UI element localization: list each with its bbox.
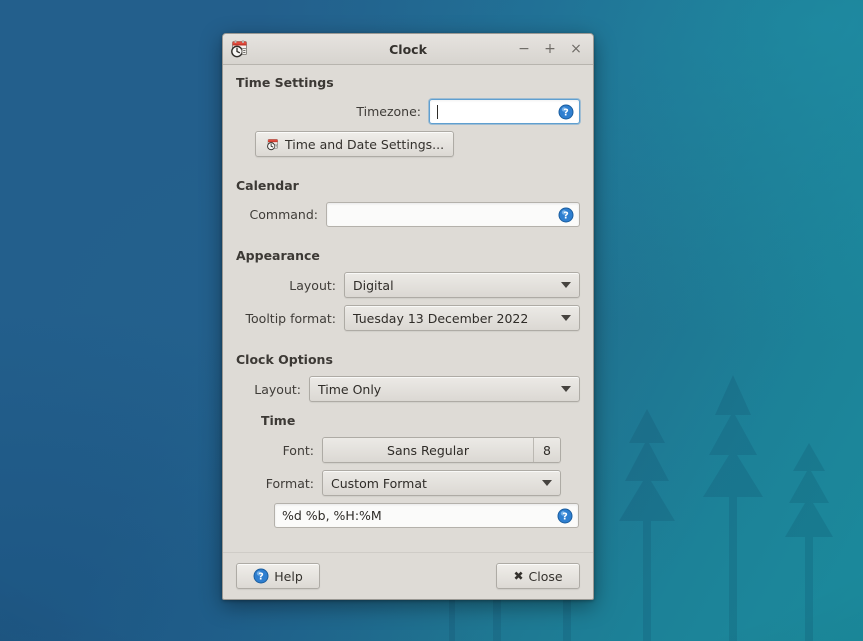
appearance-heading: Appearance [236, 248, 580, 263]
tooltip-format-combobox[interactable]: Tuesday 13 December 2022 [344, 305, 580, 331]
font-row: Font: Sans Regular 8 [236, 437, 580, 463]
window-titlebar[interactable]: Clock − + × [223, 34, 593, 65]
tooltip-format-value: Tuesday 13 December 2022 [353, 311, 528, 326]
text-caret [437, 105, 438, 119]
clock-options-layout-combobox[interactable]: Time Only [309, 376, 580, 402]
dialog-action-bar: ? Help ✖ Close [223, 552, 593, 599]
font-label: Font: [236, 443, 322, 458]
format-value: Custom Format [331, 476, 427, 491]
time-settings-heading: Time Settings [236, 75, 580, 90]
maximize-button[interactable]: + [537, 38, 563, 60]
clock-options-heading: Clock Options [236, 352, 580, 367]
appearance-layout-label: Layout: [236, 278, 344, 293]
chevron-down-icon [561, 315, 571, 321]
svg-text:?: ? [562, 511, 568, 522]
timezone-input[interactable]: ? [429, 99, 580, 124]
time-subheading: Time [261, 413, 580, 428]
appearance-layout-combobox[interactable]: Digital [344, 272, 580, 298]
help-question-icon[interactable]: ? [557, 508, 573, 524]
help-button-label: Help [274, 569, 303, 584]
format-row: Format: Custom Format [236, 470, 580, 496]
close-button-label: Close [529, 569, 563, 584]
clock-properties-dialog: Clock − + × Time Settings Timezone: ? [222, 33, 594, 600]
appearance-layout-row: Layout: Digital [236, 272, 580, 298]
dialog-content: Time Settings Timezone: ? [223, 65, 593, 552]
clock-options-layout-label: Layout: [236, 382, 309, 397]
minimize-button[interactable]: − [511, 38, 537, 60]
help-question-icon[interactable]: ? [558, 207, 574, 223]
clock-options-layout-row: Layout: Time Only [236, 376, 580, 402]
command-input[interactable]: ? [326, 202, 580, 227]
custom-format-row: %d %b, %H:%M ? [236, 503, 580, 528]
clock-calendar-icon [265, 137, 280, 152]
chevron-down-icon [542, 480, 552, 486]
format-combobox[interactable]: Custom Format [322, 470, 561, 496]
font-name-value: Sans Regular [323, 438, 533, 462]
command-label: Command: [236, 207, 326, 222]
chevron-down-icon [561, 282, 571, 288]
clock-calendar-icon [228, 38, 250, 60]
font-size-value: 8 [533, 438, 560, 462]
command-row: Command: ? [236, 202, 580, 227]
clock-options-layout-value: Time Only [318, 382, 381, 397]
svg-text:?: ? [563, 107, 569, 118]
custom-format-input[interactable]: %d %b, %H:%M ? [274, 503, 579, 528]
time-and-date-settings-button[interactable]: Time and Date Settings... [255, 131, 454, 157]
help-button[interactable]: ? Help [236, 563, 320, 589]
appearance-layout-value: Digital [353, 278, 394, 293]
time-and-date-settings-label: Time and Date Settings... [285, 137, 444, 152]
tooltip-format-label: Tooltip format: [236, 311, 344, 326]
calendar-heading: Calendar [236, 178, 580, 193]
font-picker-button[interactable]: Sans Regular 8 [322, 437, 561, 463]
chevron-down-icon [561, 386, 571, 392]
custom-format-value: %d %b, %H:%M [282, 508, 382, 523]
time-and-date-settings-row: Time and Date Settings... [236, 131, 580, 157]
help-question-icon: ? [253, 568, 269, 584]
svg-text:?: ? [563, 210, 569, 221]
close-button[interactable]: ✖ Close [496, 563, 580, 589]
timezone-row: Timezone: ? [236, 99, 580, 124]
svg-text:?: ? [258, 572, 264, 583]
close-x-icon: ✖ [513, 569, 523, 583]
timezone-label: Timezone: [236, 104, 429, 119]
help-question-icon[interactable]: ? [558, 104, 574, 120]
format-label: Format: [236, 476, 322, 491]
close-window-button[interactable]: × [563, 38, 589, 60]
tooltip-format-row: Tooltip format: Tuesday 13 December 2022 [236, 305, 580, 331]
